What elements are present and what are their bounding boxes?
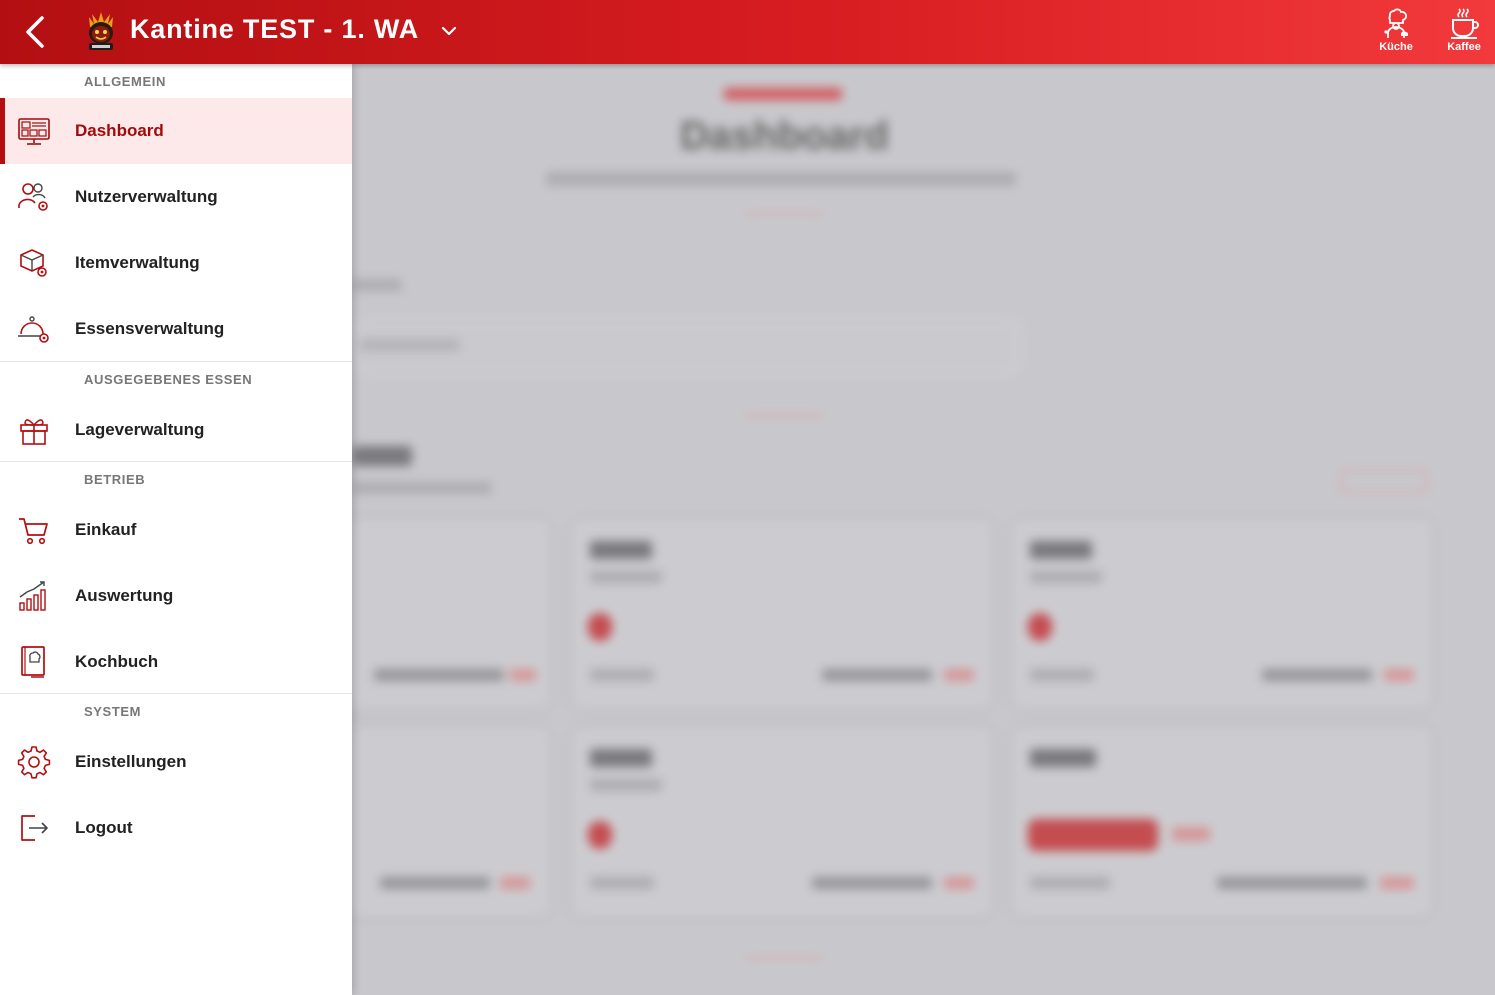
bg-section-subtitle [352, 482, 492, 494]
sidebar-item-label: Logout [75, 818, 133, 837]
bg-input-placeholder [360, 339, 460, 351]
cart-icon [19, 518, 48, 545]
bg-page-title: Dashboard [680, 114, 889, 158]
app-header: Kantine TEST - 1. WA Küche Kaffee [0, 0, 1495, 64]
cloche-gear-icon [18, 316, 49, 343]
sidebar-item-einstellungen[interactable]: Einstellungen [0, 729, 352, 795]
sidebar-item-dashboard[interactable]: Dashboard [0, 98, 352, 164]
sidebar-item-kochbuch[interactable]: Kochbuch [0, 629, 352, 695]
sidebar-item-nutzerverwaltung[interactable]: Nutzerverwaltung [0, 164, 352, 230]
sidebar-item-essensverwaltung[interactable]: Essensverwaltung [0, 296, 352, 362]
bg-section-title [352, 446, 412, 466]
kaffee-label: Kaffee [1447, 41, 1481, 53]
sidebar-item-label: Itemverwaltung [75, 253, 200, 272]
separator [0, 361, 352, 362]
separator [0, 693, 352, 694]
kueche-label: Küche [1379, 41, 1413, 53]
cookbook-icon [21, 646, 45, 678]
chevron-down-icon[interactable] [438, 20, 460, 42]
section-title-betrieb: BETRIEB [84, 472, 146, 487]
bg-card [572, 727, 992, 917]
sidebar-item-einkauf[interactable]: Einkauf [0, 497, 352, 563]
bg-card [340, 519, 550, 709]
bg-kicker [724, 88, 842, 100]
sidebar-item-auswertung[interactable]: Auswertung [0, 563, 352, 629]
bar-chart-icon [19, 581, 46, 611]
app-title[interactable]: Kantine TEST - 1. WA [130, 14, 419, 45]
section-title-ausgegebenes-essen: AUSGEGEBENES ESSEN [84, 372, 253, 387]
bg-subtitle [546, 172, 1016, 186]
mascot-logo [89, 12, 113, 50]
bg-divider [744, 414, 824, 417]
sidebar: ALLGEMEIN Dashboard Nutzerverwaltung Ite… [0, 64, 352, 995]
logout-icon [21, 815, 48, 841]
sidebar-item-logout[interactable]: Logout [0, 795, 352, 861]
sidebar-item-label: Auswertung [75, 586, 174, 605]
sidebar-item-label: Kochbuch [75, 652, 159, 671]
bg-card [1012, 727, 1432, 917]
dashboard-monitor-icon [18, 118, 50, 145]
box-gear-icon [20, 249, 47, 277]
sidebar-item-label: Einkauf [75, 520, 137, 539]
section-title-allgemein: ALLGEMEIN [84, 74, 166, 89]
sidebar-item-label: Nutzerverwaltung [75, 187, 218, 206]
section-title-system: SYSTEM [84, 704, 142, 719]
bg-card [572, 519, 992, 709]
chef-icon [1384, 8, 1408, 38]
gift-icon [20, 419, 48, 445]
bg-card [1012, 519, 1432, 709]
bg-pill-button [1340, 469, 1428, 493]
bg-divider [744, 212, 824, 215]
bg-label [352, 279, 402, 291]
kueche-button[interactable]: Küche [1367, 6, 1425, 58]
users-gear-icon [18, 183, 48, 211]
bg-divider [744, 956, 824, 959]
sidebar-item-label: Dashboard [75, 121, 164, 140]
sidebar-item-itemverwaltung[interactable]: Itemverwaltung [0, 230, 352, 296]
bg-card [340, 727, 550, 917]
sidebar-item-label: Essensverwaltung [75, 319, 225, 338]
sidebar-item-label: Lageverwaltung [75, 420, 205, 439]
separator [0, 461, 352, 462]
sidebar-item-lageverwaltung[interactable]: Lageverwaltung [0, 397, 352, 463]
coffee-cup-icon [1451, 8, 1479, 39]
chevron-left-icon [26, 16, 44, 48]
gear-icon [17, 746, 51, 779]
sidebar-item-label: Einstellungen [75, 752, 187, 771]
back-button[interactable] [18, 12, 52, 52]
kaffee-button[interactable]: Kaffee [1435, 6, 1493, 58]
